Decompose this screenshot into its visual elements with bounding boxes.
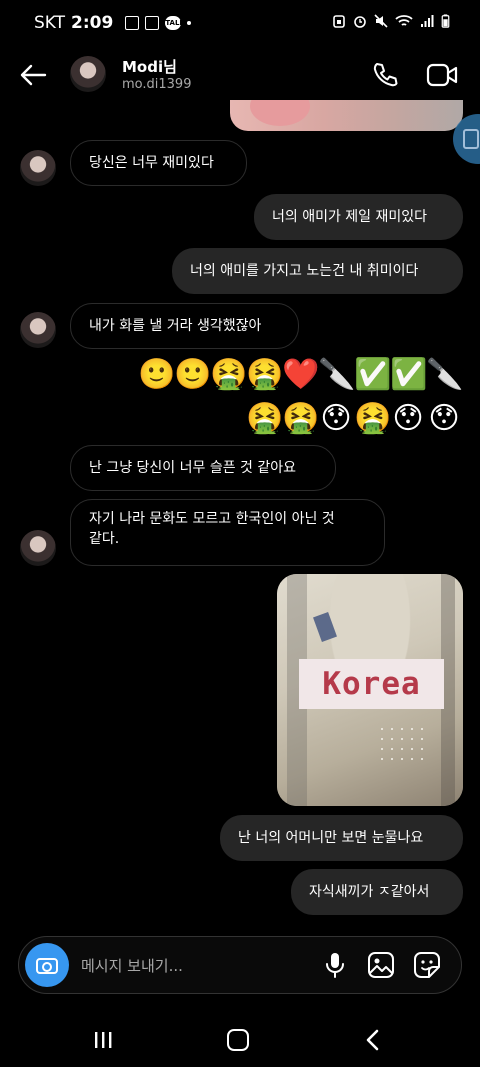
battery-icon bbox=[441, 14, 450, 28]
message-composer: 메시지 보내기... bbox=[18, 936, 462, 994]
back-arrow-icon[interactable] bbox=[18, 60, 48, 90]
alarm-clock-icon bbox=[354, 16, 366, 28]
sticker-icon[interactable] bbox=[413, 951, 441, 979]
emoji: 🤮 bbox=[246, 357, 284, 392]
image-text-overlay: Korea bbox=[299, 659, 444, 709]
message-text: 당신은 너무 재미있다 bbox=[89, 155, 214, 171]
emoji: ✅ bbox=[354, 357, 392, 392]
overlay-text: Korea bbox=[322, 666, 421, 702]
emoji: 🙂 bbox=[138, 357, 176, 392]
status-bar: SKT 2:09 TALK bbox=[0, 0, 480, 48]
emoji: 🤮 bbox=[282, 401, 320, 436]
gallery-notification-icon bbox=[145, 16, 160, 30]
back-icon[interactable] bbox=[362, 1028, 384, 1052]
contact-username[interactable]: mo.di1399 bbox=[122, 77, 191, 92]
more-notifications-icon bbox=[187, 21, 192, 25]
emoji: 😯 bbox=[320, 401, 352, 436]
message-text: 너의 애미를 가지고 노는건 내 취미이다 bbox=[190, 263, 419, 279]
message-text: 난 너의 어머니만 보면 눈물나요 bbox=[238, 830, 424, 846]
video-camera-icon[interactable] bbox=[426, 62, 458, 88]
recents-icon[interactable] bbox=[92, 1030, 114, 1050]
note-icon bbox=[463, 129, 479, 149]
message-incoming[interactable]: 난 그냥 당신이 너무 슬픈 것 같아요 bbox=[70, 445, 336, 491]
message-incoming[interactable]: 당신은 너무 재미있다 bbox=[70, 140, 247, 186]
emoji: 🙂 bbox=[174, 357, 212, 392]
contact-avatar[interactable] bbox=[70, 56, 106, 92]
emoji-message[interactable]: 🙂 🙂 🤮 🤮 ❤️ 🔪 ✅ ✅ 🔪 bbox=[138, 357, 464, 393]
emoji: 🤮 bbox=[354, 401, 392, 436]
message-incoming[interactable]: 자기 나라 문화도 모르고 한국인이 아닌 것 같다. bbox=[70, 499, 385, 566]
message-text: 자기 나라 문화도 모르고 한국인이 아닌 것 같다. bbox=[89, 511, 335, 547]
emoji: ❤️ bbox=[282, 357, 320, 392]
emoji-message[interactable]: 🤮 🤮 😯 🤮 😯 😯 bbox=[246, 401, 462, 437]
status-left: SKT 2:09 TALK bbox=[34, 13, 192, 33]
emoji: 🔪 bbox=[318, 357, 356, 392]
message-input[interactable]: 메시지 보내기... bbox=[81, 955, 183, 976]
message-text: 난 그냥 당신이 너무 슬픈 것 같아요 bbox=[89, 460, 297, 476]
sender-avatar[interactable] bbox=[20, 312, 56, 348]
emoji: 🤮 bbox=[246, 401, 284, 436]
sender-avatar[interactable] bbox=[20, 150, 56, 186]
message-incoming[interactable]: 내가 화를 낼 거라 생각했잖아 bbox=[70, 303, 299, 349]
message-text: 내가 화를 낼 거라 생각했잖아 bbox=[89, 318, 262, 334]
camera-lens bbox=[42, 962, 52, 972]
sender-avatar[interactable] bbox=[20, 530, 56, 566]
kakaotalk-icon: TALK bbox=[165, 16, 185, 30]
camera-button[interactable] bbox=[25, 943, 69, 987]
message-outgoing[interactable]: 자식새끼가 ㅈ같아서 bbox=[291, 869, 463, 915]
emoji: ✅ bbox=[390, 357, 428, 392]
previous-image-message[interactable] bbox=[230, 100, 463, 131]
message-outgoing[interactable]: 너의 애미를 가지고 노는건 내 취미이다 bbox=[172, 248, 463, 294]
emoji: 😯 bbox=[428, 401, 460, 436]
carrier-label: SKT bbox=[34, 13, 66, 33]
status-right bbox=[332, 14, 450, 28]
signal-icon bbox=[421, 15, 434, 27]
message-text: 너의 애미가 제일 재미있다 bbox=[272, 209, 428, 225]
clock: 2:09 bbox=[71, 13, 114, 33]
emoji: 🔪 bbox=[426, 357, 464, 392]
emoji: 🤮 bbox=[210, 357, 248, 392]
chat-header: Modi님 mo.di1399 bbox=[0, 50, 480, 102]
message-text: 자식새끼가 ㅈ같아서 bbox=[309, 884, 430, 900]
sim-card-icon bbox=[125, 16, 140, 30]
microphone-icon[interactable] bbox=[323, 951, 347, 979]
message-outgoing[interactable]: 너의 애미가 제일 재미있다 bbox=[254, 194, 463, 240]
gallery-icon[interactable] bbox=[367, 951, 395, 979]
system-navigation-bar bbox=[0, 1016, 480, 1067]
phone-icon[interactable] bbox=[370, 60, 400, 90]
wifi-icon bbox=[395, 15, 413, 26]
contact-name[interactable]: Modi님 bbox=[122, 56, 177, 77]
image-message[interactable]: Korea bbox=[277, 574, 463, 806]
emoji: 😯 bbox=[392, 401, 424, 436]
message-outgoing[interactable]: 난 너의 어머니만 보면 눈물나요 bbox=[220, 815, 463, 861]
mute-icon bbox=[374, 14, 388, 28]
home-icon[interactable] bbox=[227, 1029, 249, 1051]
embroidery bbox=[377, 724, 427, 764]
alarm-icon bbox=[333, 15, 345, 28]
